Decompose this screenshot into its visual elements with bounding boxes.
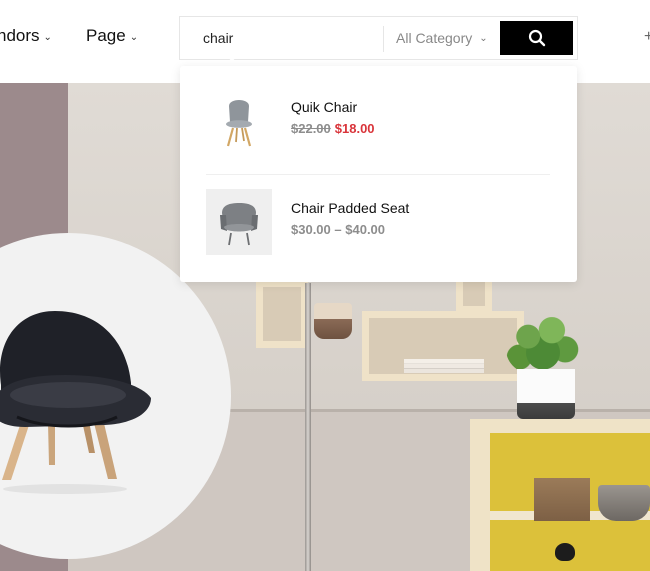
search-icon (528, 29, 545, 47)
search-suggestions-dropdown: Quik Chair $22.00 $18.00 Chair Padded Sea… (180, 66, 577, 282)
decor-wood-box (534, 478, 590, 521)
search-divider (383, 26, 384, 52)
price-min: $30.00 (291, 222, 331, 237)
search-bar: All Category ⌄ (179, 16, 578, 60)
price-separator: – (334, 222, 342, 237)
suggestion-price: $22.00 $18.00 (291, 121, 375, 136)
chair-icon (226, 100, 252, 147)
product-thumbnail[interactable] (206, 189, 272, 255)
search-input[interactable] (180, 17, 382, 59)
search-button[interactable] (500, 21, 573, 55)
chevron-down-icon: ⌄ (129, 31, 139, 43)
category-select[interactable]: All Category ⌄ (396, 30, 488, 46)
chevron-down-icon: ⌄ (43, 31, 52, 43)
nav-item-page[interactable]: Page ⌄ (86, 26, 138, 46)
category-select-label: All Category (396, 30, 473, 46)
suggestion-divider (206, 174, 550, 175)
padded-chair-icon (220, 203, 258, 246)
product-thumbnail[interactable] (206, 88, 272, 154)
nav-item-label: Page (86, 26, 126, 45)
decor-bowl (314, 303, 352, 339)
suggestion-item[interactable]: Quik Chair $22.00 $18.00 (206, 88, 550, 156)
old-price: $22.00 (291, 121, 331, 136)
decor-grey-bowl (598, 485, 650, 521)
wall-shelf (256, 280, 308, 348)
price-max: $40.00 (345, 222, 386, 237)
suggestion-price: $30.00 – $40.00 (291, 222, 385, 237)
nav-item-label: ndors (0, 26, 40, 45)
sale-price: $18.00 (334, 121, 375, 136)
suggestion-name[interactable]: Chair Padded Seat (291, 200, 409, 216)
decor-books (404, 359, 484, 373)
header-edge-mark: + (644, 28, 650, 45)
nav-item-vendors[interactable]: ndors ⌄ (0, 26, 52, 46)
suggestion-name[interactable]: Quik Chair (291, 99, 357, 115)
plant-pot (517, 369, 575, 419)
plant-icon (506, 311, 580, 375)
floor-lamp-pole (305, 283, 311, 571)
decor-bird (555, 543, 575, 561)
suggestion-item[interactable]: Chair Padded Seat $30.00 – $40.00 (206, 189, 550, 257)
chevron-down-icon: ⌄ (479, 32, 488, 44)
